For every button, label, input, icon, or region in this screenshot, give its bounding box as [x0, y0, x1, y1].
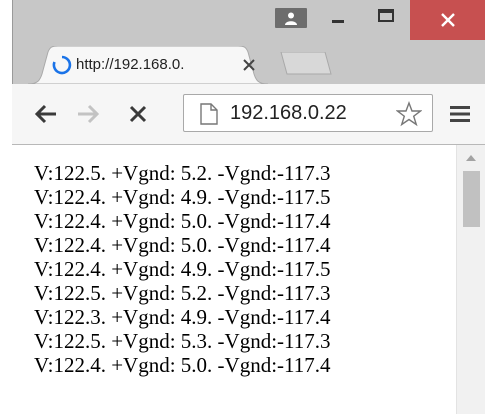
address-text[interactable]: 192.168.0.22 — [230, 102, 347, 125]
new-tab-button[interactable] — [275, 51, 335, 76]
reading-line: V:122.4. +Vgnd: 4.9. -Vgnd:-117.5 — [34, 185, 331, 209]
desktop-edge — [0, 0, 12, 414]
address-bar[interactable]: 192.168.0.22 — [183, 94, 433, 132]
close-window-button[interactable] — [410, 0, 485, 40]
readings-list: V:122.5. +Vgnd: 5.2. -Vgnd:-117.3 V:122.… — [34, 161, 331, 377]
page-icon — [200, 103, 218, 125]
forward-arrow-icon — [78, 104, 100, 124]
tab-title-fade — [208, 52, 236, 78]
tab-active[interactable]: http://192.168.0. — [28, 46, 268, 84]
reading-line: V:122.5. +Vgnd: 5.2. -Vgnd:-117.3 — [34, 281, 331, 305]
reading-line: V:122.4. +Vgnd: 4.9. -Vgnd:-117.5 — [34, 257, 331, 281]
reading-line: V:122.3. +Vgnd: 4.9. -Vgnd:-117.4 — [34, 305, 331, 329]
toolbar: 192.168.0.22 — [12, 84, 485, 145]
close-icon — [440, 13, 455, 27]
tab-close-icon[interactable] — [238, 54, 260, 76]
reading-line: V:122.5. +Vgnd: 5.3. -Vgnd:-117.3 — [34, 329, 331, 353]
scroll-up-arrow-icon[interactable] — [466, 155, 476, 161]
stop-button[interactable] — [124, 100, 152, 128]
star-icon[interactable] — [396, 101, 422, 127]
minimize-button[interactable] — [318, 0, 358, 32]
back-button[interactable] — [32, 100, 60, 128]
reading-line: V:122.4. +Vgnd: 5.0. -Vgnd:-117.4 — [34, 209, 331, 233]
maximize-button[interactable] — [366, 0, 406, 32]
reading-line: V:122.4. +Vgnd: 5.0. -Vgnd:-117.4 — [34, 353, 331, 377]
user-icon[interactable] — [275, 8, 307, 28]
maximize-icon — [378, 9, 394, 22]
loading-spinner-icon — [52, 55, 72, 75]
minimize-icon — [332, 20, 344, 23]
forward-button[interactable] — [74, 100, 102, 128]
reading-line: V:122.4. +Vgnd: 5.0. -Vgnd:-117.4 — [34, 233, 331, 257]
vertical-scrollbar[interactable] — [456, 145, 485, 414]
hamburger-menu-icon[interactable] — [448, 102, 472, 126]
scroll-thumb[interactable] — [463, 171, 480, 227]
browser-window: http://192.168.0. 192.168.0.22 V:122.5. … — [0, 0, 485, 414]
reading-line: V:122.5. +Vgnd: 5.2. -Vgnd:-117.3 — [34, 161, 331, 185]
back-arrow-icon — [34, 104, 56, 124]
page-content: V:122.5. +Vgnd: 5.2. -Vgnd:-117.3 V:122.… — [12, 145, 485, 414]
stop-x-icon — [129, 105, 147, 123]
